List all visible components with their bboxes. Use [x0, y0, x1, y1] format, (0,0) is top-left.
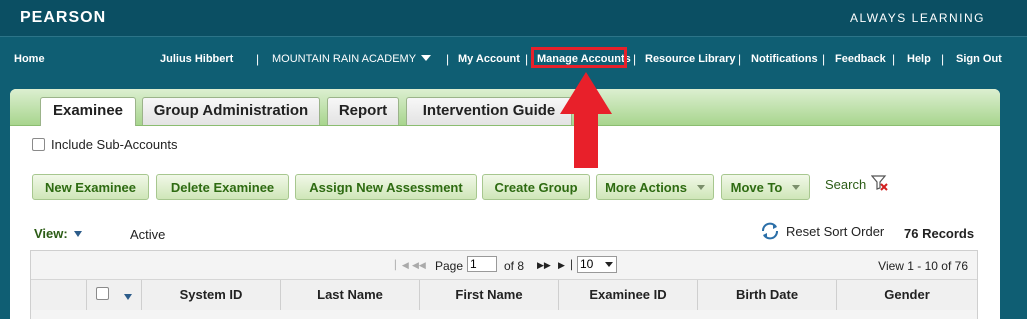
- chevron-down-icon[interactable]: [124, 294, 133, 300]
- more-actions-label: More Actions: [605, 180, 687, 195]
- nav-separator: |: [633, 52, 637, 66]
- create-group-button[interactable]: Create Group: [482, 174, 590, 200]
- account-dropdown-label: MOUNTAIN RAIN ACADEMY: [272, 53, 417, 65]
- last-page-icon[interactable]: ▶▕: [558, 260, 572, 271]
- manage-accounts-highlight-box: [531, 47, 627, 68]
- account-dropdown[interactable]: MOUNTAIN RAIN ACADEMY: [272, 53, 432, 65]
- view-status: Active: [130, 227, 166, 242]
- nav-user-name: Julius Hibbert: [160, 53, 234, 65]
- include-sub-accounts[interactable]: Include Sub-Accounts: [32, 137, 177, 152]
- page-number-input[interactable]: 1: [467, 256, 497, 272]
- grid-header: System ID Last Name First Name Examinee …: [31, 280, 977, 310]
- nav-separator: |: [738, 52, 742, 66]
- view-label: View:: [34, 226, 68, 241]
- column-header-system-id[interactable]: System ID: [142, 280, 281, 310]
- nav-notifications-link[interactable]: Notifications: [751, 53, 818, 65]
- column-header-first-name[interactable]: First Name: [420, 280, 559, 310]
- tab-report[interactable]: Report: [327, 97, 399, 125]
- move-to-label: Move To: [730, 180, 783, 195]
- column-header-examinee-id[interactable]: Examinee ID: [559, 280, 698, 310]
- rows-per-page-value: 10: [580, 257, 594, 271]
- next-page-icon[interactable]: ▶▶: [537, 260, 551, 271]
- view-range-info: View 1 - 10 of 76: [878, 259, 968, 273]
- select-all-header: [87, 280, 142, 310]
- nav-my-account-link[interactable]: My Account: [458, 53, 520, 65]
- reset-sort-order-label: Reset Sort Order: [786, 224, 885, 239]
- tab-group-administration[interactable]: Group Administration: [142, 97, 320, 125]
- nav-home-link[interactable]: Home: [14, 53, 45, 65]
- search-link[interactable]: Search: [825, 177, 866, 192]
- nav-separator: |: [822, 52, 826, 66]
- chevron-down-icon: [421, 55, 432, 61]
- nav-separator: |: [525, 52, 529, 66]
- nav-separator: |: [941, 52, 945, 66]
- delete-examinee-button[interactable]: Delete Examinee: [156, 174, 289, 200]
- include-sub-accounts-label: Include Sub-Accounts: [51, 137, 178, 152]
- move-to-button[interactable]: Move To: [721, 174, 810, 200]
- tagline: ALWAYS LEARNING: [850, 11, 985, 25]
- nav-help-link[interactable]: Help: [907, 53, 931, 65]
- top-bar: PEARSON ALWAYS LEARNING: [0, 0, 1027, 37]
- first-page-icon[interactable]: ▏◀: [395, 260, 409, 271]
- pearson-logo: PEARSON: [20, 9, 107, 26]
- nav-sign-out-link[interactable]: Sign Out: [956, 53, 1002, 65]
- chevron-down-icon: [73, 231, 82, 237]
- refresh-icon: [762, 222, 778, 240]
- nav-resource-library-link[interactable]: Resource Library: [645, 53, 735, 65]
- tab-examinee[interactable]: Examinee: [40, 97, 136, 126]
- filter-clear-icon[interactable]: [871, 174, 889, 192]
- records-count: 76 Records: [904, 226, 975, 241]
- column-header-birth-date[interactable]: Birth Date: [698, 280, 837, 310]
- column-header-last-name[interactable]: Last Name: [281, 280, 420, 310]
- pager: ▏◀ ◀◀ Page 1 of 8 ▶▶ ▶▕ 10 View 1 - 10 o…: [31, 251, 977, 280]
- examinee-grid: ▏◀ ◀◀ Page 1 of 8 ▶▶ ▶▕ 10 View 1 - 10 o…: [30, 250, 978, 319]
- rows-per-page-select[interactable]: 10: [577, 256, 617, 273]
- nav-separator: |: [892, 52, 896, 66]
- chevron-down-icon: [605, 262, 613, 267]
- arrow-up-icon: [560, 72, 612, 168]
- nav-separator: |: [256, 52, 260, 66]
- nav-feedback-link[interactable]: Feedback: [835, 53, 886, 65]
- page-label: Page: [435, 259, 464, 273]
- main-panel: Examinee Group Administration Report Int…: [10, 89, 1000, 319]
- more-actions-button[interactable]: More Actions: [596, 174, 714, 200]
- prev-page-icon[interactable]: ◀◀: [412, 260, 426, 271]
- include-sub-accounts-checkbox[interactable]: [32, 138, 45, 151]
- tab-intervention-guide[interactable]: Intervention Guide: [406, 97, 572, 125]
- reset-sort-order[interactable]: Reset Sort Order: [760, 222, 884, 240]
- nav-separator: |: [446, 52, 450, 66]
- row-number-header: [31, 280, 87, 310]
- chevron-down-icon: [696, 185, 705, 190]
- new-examinee-button[interactable]: New Examinee: [32, 174, 149, 200]
- chevron-down-icon: [792, 185, 801, 190]
- page-of-label: of 8: [504, 259, 525, 273]
- nav-bar: Home Julius Hibbert | MOUNTAIN RAIN ACAD…: [0, 37, 1027, 87]
- column-header-gender[interactable]: Gender: [837, 280, 977, 310]
- assign-new-assessment-button[interactable]: Assign New Assessment: [295, 174, 477, 200]
- tab-bar: Examinee Group Administration Report Int…: [10, 89, 1000, 126]
- select-all-checkbox[interactable]: [95, 287, 109, 300]
- view-dropdown[interactable]: View:: [34, 226, 82, 241]
